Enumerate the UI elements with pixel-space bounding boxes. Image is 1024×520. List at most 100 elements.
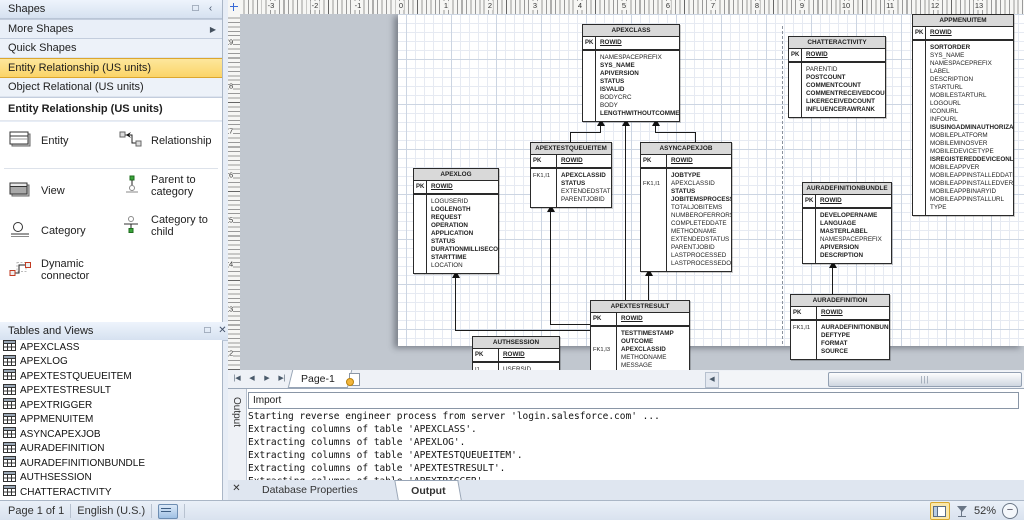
float-panel-icon[interactable]: □ (200, 325, 215, 338)
er-key-label (416, 222, 426, 230)
output-console[interactable]: Starting reverse engineer process from s… (248, 410, 1019, 481)
horizontal-scrollbar-thumb[interactable]: ||| (828, 372, 1022, 387)
ruler-number: 8 (229, 82, 233, 91)
table-item-label: APEXTESTRESULT (20, 385, 111, 396)
er-pk-row: PKROWID (791, 307, 889, 321)
output-filter-box[interactable]: Import (248, 392, 1019, 409)
drawing-page-area[interactable]: APEXCLASSPKROWID NAMESPACEPREFIXSYS_NAME… (240, 14, 1024, 370)
window-panes-toggle-icon[interactable] (930, 502, 950, 520)
quick-shapes-button[interactable]: Quick Shapes (0, 39, 222, 58)
horizontal-ruler[interactable]: -3-2-1012345678910111213 (240, 0, 1024, 15)
er-field: OPERATION (431, 222, 496, 230)
er-key-label (915, 60, 925, 68)
er-field: APEXCLASSID (561, 172, 609, 180)
er-table-apexlog[interactable]: APEXLOGPKROWID LOGUSERIDLOGLENGTHREQUEST… (413, 168, 499, 274)
more-shapes-button[interactable]: More Shapes ▶ (0, 19, 222, 39)
er-table-chatteractivity[interactable]: CHATTERACTIVITYPKROWID PARENTIDPOSTCOUNT… (788, 36, 886, 118)
shape-parent-to-category[interactable]: Parent to category (118, 174, 215, 198)
table-item-chatteractivity[interactable]: CHATTERACTIVITY (0, 485, 222, 500)
er-field: LASTPROCESSEDOFFSET (671, 260, 729, 268)
table-item-apexlog[interactable]: APEXLOG (0, 355, 222, 370)
er-key-label (416, 246, 426, 254)
er-table-auradefinitionbundle[interactable]: AURADEFINITIONBUNDLEPKROWID DEVELOPERNAM… (802, 182, 892, 264)
er-table-apextestresult[interactable]: APEXTESTRESULTPKROWID FK1,I3 TESTTIMESTA… (590, 300, 690, 370)
table-item-authsession[interactable]: AUTHSESSION (0, 471, 222, 486)
er-key-column: FK1,I1 (641, 169, 667, 271)
close-output-icon[interactable]: ✕ (230, 483, 243, 496)
first-page-button[interactable]: |◀ (230, 372, 244, 386)
er-table-title: APEXLOG (414, 169, 498, 181)
er-table-apexclass[interactable]: APEXCLASSPKROWID NAMESPACEPREFIXSYS_NAME… (582, 24, 680, 122)
output-panel-side-strip[interactable]: Output (228, 389, 247, 481)
ruler-number: 9 (799, 1, 805, 10)
er-field: STATUS (600, 78, 677, 86)
stencil-entity-relationship-us-units[interactable]: Entity Relationship (US units) (0, 58, 222, 78)
table-item-label: APEXLOG (20, 356, 68, 367)
shape-category[interactable]: Category (8, 220, 86, 242)
fit-page-icon[interactable] (956, 505, 968, 518)
shape-entity[interactable]: Entity (8, 130, 69, 152)
er-pk-name: ROWID (617, 315, 643, 323)
language-status[interactable]: English (U.S.) (77, 505, 145, 517)
relationship-icon (118, 130, 144, 152)
er-table-body: NAMESPACEPREFIXSYS_NAMEAPIVERSIONSTATUSI… (583, 51, 679, 121)
er-table-authsession[interactable]: AUTHSESSIONPKROWIDI1USERSID (472, 336, 560, 370)
zoom-level[interactable]: 52% (974, 505, 996, 517)
er-table-auradefinition[interactable]: AURADEFINITIONPKROWIDFK1,I1 AURADEFINITI… (790, 294, 890, 360)
table-item-auradefinitionbundle[interactable]: AURADEFINITIONBUNDLE (0, 456, 222, 471)
er-key-label (791, 98, 801, 106)
collapse-panel-icon[interactable]: ‹ (203, 3, 218, 16)
language-bar-icon[interactable] (158, 504, 178, 519)
connector-asyncapexjob-to-apexclass (695, 132, 696, 142)
shape-category-to-child[interactable]: Category to child (118, 214, 215, 238)
scrollbar-grip-icon: ||| (920, 375, 929, 384)
er-table-title: APEXTESTQUEUEITEM (531, 143, 611, 155)
next-page-button[interactable]: ▶ (260, 372, 274, 386)
tab-database-properties[interactable]: Database Properties (248, 480, 372, 499)
previous-page-button[interactable]: ◀ (245, 372, 259, 386)
shape-view[interactable]: View (8, 180, 65, 202)
last-page-button[interactable]: ▶| (275, 372, 289, 386)
table-item-label: CHATTERACTIVITY (20, 487, 111, 498)
divider (184, 504, 185, 518)
er-table-body: LOGUSERIDLOGLENGTHREQUESTOPERATIONAPPLIC… (414, 195, 498, 273)
more-shapes-label: More Shapes (8, 23, 73, 35)
er-key-label (643, 236, 666, 244)
table-item-appmenuitem[interactable]: APPMENUITEM (0, 413, 222, 428)
table-item-asyncapexjob[interactable]: ASYNCAPEXJOB (0, 427, 222, 442)
er-pk-name: ROWID (802, 51, 828, 59)
stencil-object-relational-us-units[interactable]: Object Relational (US units) (0, 78, 222, 97)
er-pk-key: PK (583, 37, 596, 49)
category-icon (8, 220, 34, 242)
er-key-label (585, 86, 595, 94)
er-field: DEVELOPERNAME (820, 212, 889, 220)
divider (70, 504, 71, 518)
er-field: STATUS (431, 238, 496, 246)
scrollbar-left-arrow-icon[interactable]: ◀ (705, 372, 719, 388)
horizontal-scrollbar[interactable]: ||| (720, 371, 1024, 387)
insert-page-button[interactable] (346, 372, 364, 386)
shape-label: Parent to category (151, 174, 215, 198)
table-item-apexclass[interactable]: APEXCLASS (0, 340, 222, 355)
er-field: LOGLENGTH (431, 206, 496, 214)
tab-page-1[interactable]: Page-1 (288, 370, 352, 388)
page-count-status[interactable]: Page 1 of 1 (0, 505, 64, 517)
er-key-label (915, 84, 925, 92)
table-item-apextrigger[interactable]: APEXTRIGGER (0, 398, 222, 413)
er-table-apextestqueueitem[interactable]: APEXTESTQUEUEITEMPKROWIDFK1,I1 APEXCLASS… (530, 142, 612, 208)
er-table-appmenuitem[interactable]: APPMENUITEMPKROWID SORTORDERSYS_NAMENAME… (912, 14, 1014, 216)
er-table-asyncapexjob[interactable]: ASYNCAPEXJOBPKROWID FK1,I1 JOBTYPEAPEXCL… (640, 142, 732, 272)
zoom-out-button[interactable]: − (1002, 503, 1018, 519)
shape-relationship[interactable]: Relationship (118, 130, 212, 152)
er-field: APPLICATION (431, 230, 496, 238)
table-item-apextestresult[interactable]: APEXTESTRESULT (0, 384, 222, 399)
table-item-auradefinition[interactable]: AURADEFINITION (0, 442, 222, 457)
parent-to-category-icon (118, 175, 144, 197)
er-pk-row: PKROWID (583, 37, 679, 51)
float-panel-icon[interactable]: □ (188, 3, 203, 16)
tab-output[interactable]: Output (394, 480, 462, 500)
table-item-apextestqueueitem[interactable]: APEXTESTQUEUEITEM (0, 369, 222, 384)
er-field: ICONURL (930, 108, 1011, 116)
er-field: APEXCLASSID (671, 180, 729, 188)
shape-dynamic-connector[interactable]: Dynamic connector (8, 258, 105, 282)
